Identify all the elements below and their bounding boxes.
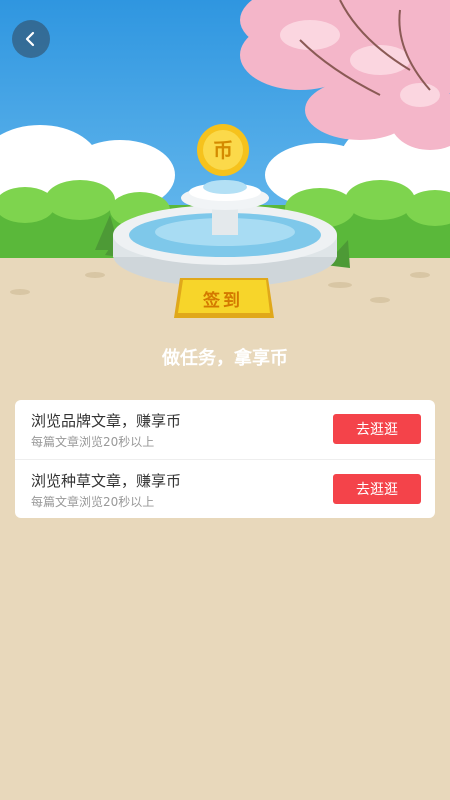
task-list: 浏览品牌文章，赚享币 每篇文章浏览20秒以上 去逛逛 浏览种草文章，赚享币 每篇… xyxy=(15,400,435,518)
back-button[interactable] xyxy=(12,20,50,58)
go-browse-button[interactable]: 去逛逛 xyxy=(333,474,421,504)
task-subtitle: 每篇文章浏览20秒以上 xyxy=(31,495,155,509)
coin-icon[interactable]: 币 xyxy=(205,130,241,166)
task-banner-title: 做任务，拿享币 xyxy=(162,348,288,369)
task-item: 浏览种草文章，赚享币 每篇文章浏览20秒以上 去逛逛 xyxy=(15,459,435,519)
task-subtitle: 每篇文章浏览20秒以上 xyxy=(31,435,155,449)
task-title: 浏览种草文章，赚享币 xyxy=(31,472,182,490)
chevron-left-icon xyxy=(25,31,35,47)
task-item: 浏览品牌文章，赚享币 每篇文章浏览20秒以上 去逛逛 xyxy=(15,400,435,459)
task-title: 浏览品牌文章，赚享币 xyxy=(31,412,182,430)
go-browse-button[interactable]: 去逛逛 xyxy=(333,414,421,444)
checkin-button[interactable]: 签到 xyxy=(176,281,270,315)
